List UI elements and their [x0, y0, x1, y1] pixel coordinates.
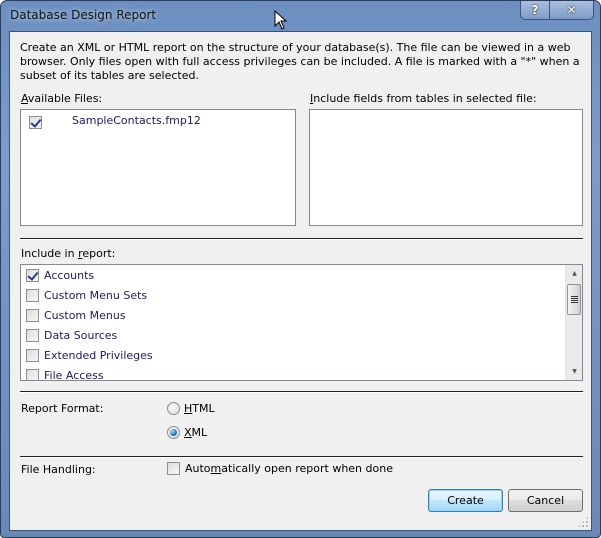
- radio-label: HTML: [184, 402, 215, 415]
- close-icon: ✕: [566, 3, 577, 17]
- include-in-report-list[interactable]: Accounts Custom Menu Sets Custom Menus D…: [20, 264, 583, 381]
- checkbox[interactable]: [26, 268, 39, 282]
- item-label: Accounts: [44, 268, 95, 282]
- mouse-cursor-icon: [274, 10, 288, 30]
- label-accesskey: m: [210, 462, 222, 475]
- available-files-list[interactable]: SampleContacts.fmp12: [20, 109, 296, 226]
- divider: [20, 456, 583, 458]
- label-text: Include in: [21, 247, 79, 260]
- label-accesskey: A: [21, 92, 28, 105]
- dialog-body: Create an XML or HTML report on the stru…: [9, 31, 592, 531]
- resize-grip-icon[interactable]: [577, 516, 589, 528]
- grip-line: [571, 298, 578, 299]
- label-text: eport:: [82, 247, 116, 260]
- checkbox[interactable]: [26, 288, 39, 302]
- vertical-scrollbar[interactable]: ▲ ▼: [565, 265, 582, 380]
- item-label: Extended Privileges: [44, 348, 153, 362]
- grip-line: [571, 296, 578, 297]
- dialog-window: Database Design Report ? ✕ Create an XML…: [0, 0, 601, 538]
- report-item-extended-privileges[interactable]: Extended Privileges: [26, 345, 153, 365]
- item-label: Data Sources: [44, 328, 118, 342]
- item-label: Custom Menus: [44, 308, 126, 322]
- report-item-accounts[interactable]: Accounts: [26, 265, 94, 285]
- file-handling-label: File Handling:: [21, 463, 96, 476]
- label-text: ML: [191, 426, 208, 439]
- divider: [20, 238, 583, 240]
- report-item-file-access[interactable]: File Access: [26, 365, 104, 381]
- include-fields-label: Include fields from tables in selected f…: [310, 92, 537, 105]
- checkbox[interactable]: [26, 368, 39, 380]
- help-button[interactable]: ?: [521, 1, 549, 19]
- radio-xml[interactable]: XML: [167, 426, 207, 439]
- auto-open-label: Automatically open report when done: [185, 462, 393, 475]
- report-item-custom-menu-sets[interactable]: Custom Menu Sets: [26, 285, 147, 305]
- label-text: vailable Files:: [27, 92, 103, 105]
- include-in-report-label: Include in report:: [21, 247, 115, 260]
- item-label: Custom Menu Sets: [44, 288, 148, 302]
- checkbox[interactable]: [26, 328, 39, 342]
- report-format-label: Report Format:: [21, 402, 104, 415]
- create-button[interactable]: Create: [428, 489, 503, 512]
- file-checkbox[interactable]: [29, 116, 42, 129]
- label-text: Auto: [185, 462, 211, 475]
- file-name[interactable]: SampleContacts.fmp12: [72, 114, 201, 127]
- grip-line: [571, 302, 578, 303]
- available-files-label: Available Files:: [21, 92, 102, 105]
- title-buttons: ? ✕: [520, 1, 594, 20]
- radio-button[interactable]: [167, 402, 180, 415]
- grip-line: [571, 300, 578, 301]
- item-label: File Access: [44, 368, 104, 381]
- scroll-down-arrow-icon[interactable]: ▼: [566, 363, 582, 380]
- include-fields-list[interactable]: [309, 109, 583, 226]
- scroll-up-arrow-icon[interactable]: ▲: [566, 265, 582, 282]
- label-text: nclude fields from tables in selected fi…: [313, 92, 537, 105]
- radio-button[interactable]: [167, 426, 180, 439]
- window-title: Database Design Report: [10, 8, 157, 22]
- label-text: TML: [192, 402, 215, 415]
- description-text: Create an XML or HTML report on the stru…: [20, 41, 580, 82]
- radio-label: XML: [184, 426, 207, 439]
- close-button[interactable]: ✕: [549, 1, 593, 19]
- file-row[interactable]: [29, 116, 42, 129]
- cancel-button[interactable]: Cancel: [508, 489, 583, 512]
- radio-html[interactable]: HTML: [167, 402, 215, 415]
- scroll-thumb[interactable]: [567, 284, 581, 315]
- report-item-custom-menus[interactable]: Custom Menus: [26, 305, 126, 325]
- report-item-data-sources[interactable]: Data Sources: [26, 325, 117, 345]
- auto-open-checkbox-row[interactable]: Automatically open report when done: [167, 462, 393, 475]
- title-bar[interactable]: Database Design Report ? ✕: [1, 1, 600, 31]
- checkbox[interactable]: [26, 308, 39, 322]
- auto-open-checkbox[interactable]: [167, 462, 180, 475]
- help-icon: ?: [531, 3, 539, 17]
- label-accesskey: X: [184, 426, 192, 439]
- label-text: atically open report when done: [221, 462, 393, 475]
- divider: [20, 391, 583, 393]
- checkbox[interactable]: [26, 348, 39, 362]
